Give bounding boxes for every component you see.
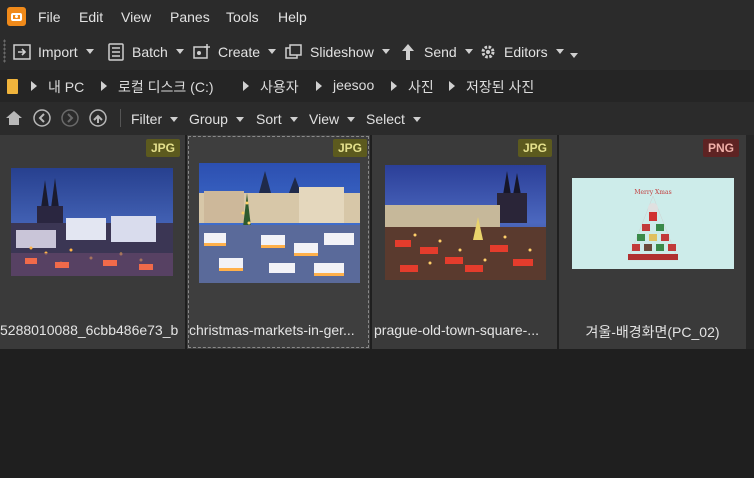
app-logo-icon[interactable]	[7, 7, 26, 26]
file-name: prague-old-town-square-...	[374, 322, 539, 338]
view-label: View	[309, 111, 340, 127]
toolbar-overflow-chevron-icon[interactable]	[570, 53, 578, 58]
file-name: christmas-markets-in-ger...	[189, 322, 355, 338]
create-label: Create	[218, 43, 261, 60]
import-icon	[13, 43, 31, 61]
file-type-badge: JPG	[146, 139, 181, 157]
file-name: 5288010088_6cbb486e73_b	[0, 322, 179, 338]
menu-edit[interactable]: Edit	[79, 9, 103, 25]
batch-button[interactable]: Batch	[107, 33, 184, 70]
svg-text:Merry Xmas: Merry Xmas	[634, 189, 671, 196]
thumbnail-grid: JPG 5288010088_6cbb486e73_b JPG christma…	[0, 135, 754, 350]
import-button[interactable]: Import	[13, 33, 94, 70]
batch-label: Batch	[132, 43, 168, 60]
menu-panes[interactable]: Panes	[170, 9, 210, 25]
file-tile[interactable]: PNG Merry Xmas 겨울-배경화면(PC_02)	[559, 135, 746, 349]
main-toolbar: Import Batch Create Slideshow Send Edito…	[0, 33, 754, 70]
menu-bar: File Edit View Panes Tools Help	[0, 0, 754, 33]
file-tile-selected[interactable]: JPG christmas-markets-in-ger...	[187, 135, 370, 349]
breadcrumb-separator-icon[interactable]	[31, 81, 37, 91]
breadcrumb-separator-icon[interactable]	[449, 81, 455, 91]
chevron-down-icon	[235, 116, 244, 122]
select-label: Select	[366, 111, 405, 127]
up-arrow-icon[interactable]	[89, 109, 107, 127]
view-menu[interactable]: View	[309, 111, 356, 127]
import-dropdown-icon[interactable]	[85, 49, 94, 54]
chevron-down-icon	[412, 116, 421, 122]
filter-menu[interactable]: Filter	[131, 111, 179, 127]
send-dropdown-icon[interactable]	[464, 49, 473, 54]
grid-right-gutter	[746, 135, 754, 349]
breadcrumb-users[interactable]: 사용자	[260, 77, 299, 97]
breadcrumb-photos[interactable]: 사진	[408, 77, 434, 97]
breadcrumb-separator-icon[interactable]	[101, 81, 107, 91]
breadcrumb-local-disk[interactable]: 로컬 디스크 (C:)	[118, 77, 214, 97]
filter-label: Filter	[131, 111, 163, 127]
send-button[interactable]: Send	[399, 33, 473, 70]
group-menu[interactable]: Group	[189, 111, 244, 127]
editors-button[interactable]: Editors	[479, 33, 564, 70]
file-type-badge: PNG	[703, 139, 740, 157]
address-bar[interactable]	[0, 70, 754, 102]
file-name: 겨울-배경화면(PC_02)	[585, 324, 720, 340]
slideshow-label: Slideshow	[310, 43, 374, 60]
file-thumbnail-image	[385, 165, 546, 280]
file-tile[interactable]: JPG prague-old-town-square-...	[372, 135, 557, 349]
create-icon	[193, 43, 211, 61]
back-arrow-icon[interactable]	[33, 109, 51, 127]
sort-menu[interactable]: Sort	[256, 111, 298, 127]
group-label: Group	[189, 111, 228, 127]
file-type-badge: JPG	[333, 139, 368, 157]
batch-dropdown-icon[interactable]	[175, 49, 184, 54]
breadcrumb-separator-icon[interactable]	[316, 81, 322, 91]
slideshow-button[interactable]: Slideshow	[285, 33, 390, 70]
breadcrumb-separator-icon[interactable]	[391, 81, 397, 91]
filter-bar-divider	[120, 109, 121, 127]
import-label: Import	[38, 43, 78, 60]
batch-icon	[107, 42, 125, 61]
slideshow-icon	[285, 43, 303, 61]
gear-icon	[479, 43, 497, 61]
file-tile[interactable]: JPG 5288010088_6cbb486e73_b	[0, 135, 185, 349]
sort-label: Sort	[256, 111, 282, 127]
breadcrumb-jeesoo[interactable]: jeesoo	[333, 77, 374, 93]
menu-file[interactable]: File	[38, 9, 61, 25]
chevron-down-icon	[347, 116, 356, 122]
breadcrumb-my-pc[interactable]: 내 PC	[48, 77, 84, 97]
empty-browser-area[interactable]	[0, 350, 754, 478]
menu-help[interactable]: Help	[278, 9, 307, 25]
file-thumbnail-image	[11, 168, 173, 276]
file-thumbnail-image: Merry Xmas	[572, 178, 734, 269]
toolbar-grip-handle[interactable]	[3, 39, 6, 63]
chevron-down-icon	[289, 116, 298, 122]
editors-label: Editors	[504, 43, 548, 60]
send-icon	[399, 43, 417, 61]
chevron-down-icon	[170, 116, 179, 122]
create-button[interactable]: Create	[193, 33, 277, 70]
file-thumbnail-image	[199, 163, 360, 283]
file-type-badge: JPG	[518, 139, 553, 157]
editors-dropdown-icon[interactable]	[555, 49, 564, 54]
breadcrumb-saved-photos[interactable]: 저장된 사진	[466, 77, 534, 97]
create-dropdown-icon[interactable]	[268, 49, 277, 54]
menu-tools[interactable]: Tools	[226, 9, 259, 25]
home-icon[interactable]	[5, 109, 23, 127]
menu-view[interactable]: View	[121, 9, 151, 25]
select-menu[interactable]: Select	[366, 111, 421, 127]
folder-icon	[7, 79, 18, 94]
send-label: Send	[424, 43, 457, 60]
forward-arrow-icon[interactable]	[61, 109, 79, 127]
breadcrumb-separator-icon[interactable]	[243, 81, 249, 91]
slideshow-dropdown-icon[interactable]	[381, 49, 390, 54]
